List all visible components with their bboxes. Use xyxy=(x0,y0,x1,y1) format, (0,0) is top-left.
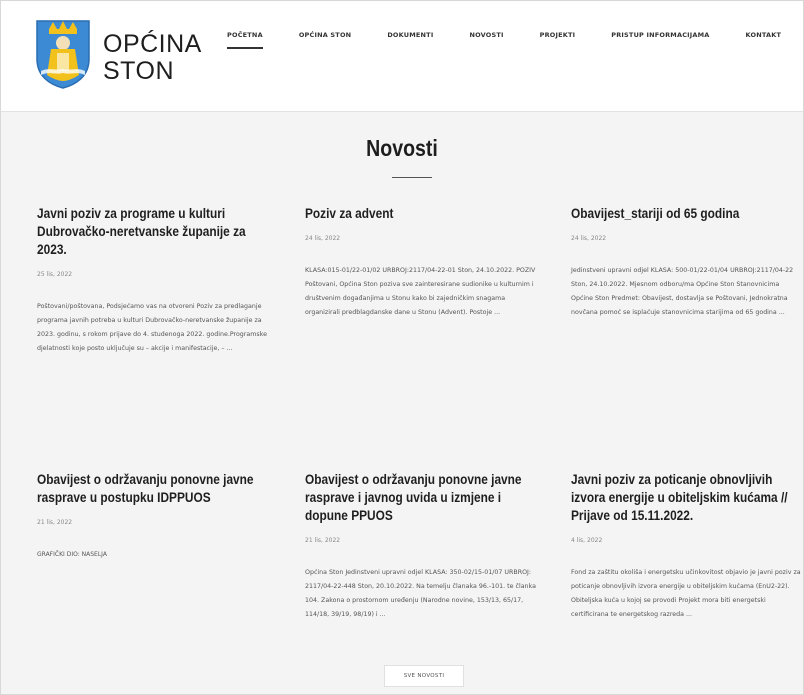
news-card-title[interactable]: Javni poziv za poticanje obnovljivih izv… xyxy=(571,471,802,525)
news-card-excerpt: KLASA:015-01/22-01/02 URBROJ:2117/04-22-… xyxy=(305,267,536,316)
site-logo-text[interactable]: OPĆINA STON xyxy=(103,31,202,85)
news-card-title[interactable]: Obavijest o održavanju ponovne javne ras… xyxy=(305,471,536,525)
news-card: Obavijest o održavanju ponovne javne ras… xyxy=(37,471,269,562)
news-card: Obavijest o održavanju ponovne javne ras… xyxy=(305,471,537,622)
news-card-excerpt: Poštovani/poštovana, Podsjećamo vas na o… xyxy=(37,303,267,352)
nav-item-opcina-ston[interactable]: OPĆINA STON xyxy=(299,31,352,39)
news-card-title[interactable]: Obavijest o održavanju ponovne javne ras… xyxy=(37,471,268,507)
news-card: Poziv za advent 24 lis, 2022 KLASA:015-0… xyxy=(305,205,537,320)
ston-crest-logo-icon[interactable] xyxy=(35,19,91,89)
news-card: Obavijest_stariji od 65 godina 24 lis, 2… xyxy=(571,205,803,320)
nav-item-pristup-informacijama[interactable]: PRISTUP INFORMACIJAMA xyxy=(611,31,709,39)
nav-item-novosti[interactable]: NOVOSTI xyxy=(469,31,503,39)
news-card-date: 24 lis, 2022 xyxy=(571,235,607,242)
nav-item-kontakt[interactable]: KONTAKT xyxy=(746,31,782,39)
news-card-date: 21 lis, 2022 xyxy=(305,537,341,544)
nav-item-pocetna[interactable]: POČETNA xyxy=(227,31,263,49)
news-card-excerpt: Općina Ston Jedinstveni upravni odjel KL… xyxy=(305,569,536,618)
logo-line-1: OPĆINA xyxy=(103,30,202,58)
news-card-title[interactable]: Javni poziv za programe u kulturi Dubrov… xyxy=(37,205,268,259)
news-card-date: 25 lis, 2022 xyxy=(37,271,73,278)
main-nav: POČETNA OPĆINA STON DOKUMENTI NOVOSTI PR… xyxy=(227,31,803,49)
all-news-button[interactable]: SVE NOVOSTI xyxy=(384,665,464,687)
news-card-excerpt: GRAFIČKI DIO: NASELJA xyxy=(37,551,107,558)
news-card: Javni poziv za poticanje obnovljivih izv… xyxy=(571,471,803,622)
news-card-date: 21 lis, 2022 xyxy=(37,519,73,526)
page-frame: OPĆINA STON POČETNA OPĆINA STON DOKUMENT… xyxy=(0,0,804,695)
news-card: Javni poziv za programe u kulturi Dubrov… xyxy=(37,205,269,356)
title-divider xyxy=(392,177,432,178)
nav-item-projekti[interactable]: PROJEKTI xyxy=(540,31,576,39)
site-header: OPĆINA STON POČETNA OPĆINA STON DOKUMENT… xyxy=(1,1,803,112)
news-card-date: 24 lis, 2022 xyxy=(305,235,341,242)
news-card-excerpt: Fond za zaštitu okoliša i energetsku uči… xyxy=(571,569,801,618)
news-card-excerpt: Jedinstveni upravni odjel KLASA: 500-01/… xyxy=(571,267,794,316)
page-title: Novosti xyxy=(366,135,438,161)
news-card-title[interactable]: Obavijest_stariji od 65 godina xyxy=(571,205,802,223)
logo-line-2: STON xyxy=(103,57,174,85)
news-card-title[interactable]: Poziv za advent xyxy=(305,205,536,223)
news-card-date: 4 lis, 2022 xyxy=(571,537,603,544)
nav-item-dokumenti[interactable]: DOKUMENTI xyxy=(387,31,433,39)
